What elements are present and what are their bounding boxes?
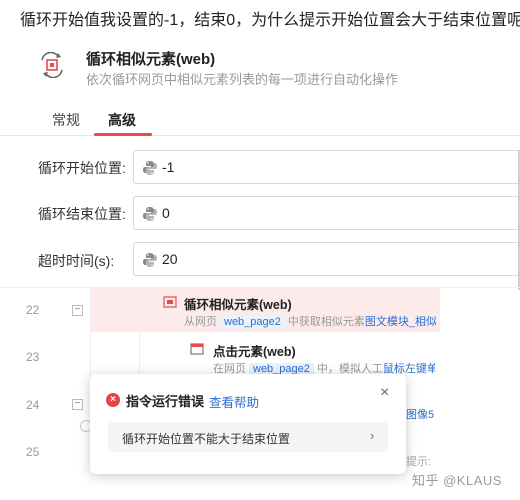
line-number: 23 [26,350,40,364]
step-22-desc-prefix: 从网页 [184,316,217,328]
close-icon[interactable]: × [380,384,389,402]
question-text: 循环开始值我设置的-1，结束0，为什么提示开始位置会大于结束位置呢 [20,12,520,29]
tab-bar: 常规 高级 [0,104,520,136]
loop-end-label: 循环结束位置: [38,206,126,222]
python-icon [143,161,157,175]
step-23-title: 点击元素(web) [213,345,296,359]
loop-start-value: -1 [162,159,175,175]
loop-end-input[interactable]: 0 [133,196,520,230]
timeout-value: 20 [162,251,178,267]
active-tab-indicator [94,133,152,136]
step-22-title: 循环相似元素(web) [184,298,292,312]
dialog-title: 指令运行错误 [126,394,205,409]
panel-header: 循环相似元素(web) 依次循环网页中相似元素列表的每一项进行自动化操作 [38,48,520,90]
python-icon [143,207,157,221]
collapse-toggle[interactable]: − [72,399,83,410]
loop-start-label: 循环开始位置: [38,160,126,176]
timeout-label: 超时时间(s): [38,253,115,269]
panel-title: 循环相似元素(web) [86,51,216,68]
line-number: 25 [26,445,40,459]
collapse-toggle[interactable]: − [72,305,83,316]
tab-advanced[interactable]: 高级 [108,110,136,130]
error-icon: × [106,393,120,407]
loop-start-input[interactable]: -1 [133,150,520,184]
row-divider [0,287,520,288]
error-message-row[interactable]: 循环开始位置不能大于结束位置 › [108,422,388,452]
python-icon [143,253,157,267]
line-number: 24 [26,398,40,412]
image-link[interactable]: 图像5 [406,409,434,421]
loop-elements-icon [41,52,63,78]
tab-general[interactable]: 常规 [52,110,80,130]
panel-description: 依次循环网页中相似元素列表的每一项进行自动化操作 [86,72,399,87]
element-link[interactable]: 图文模块_相似元 [365,316,436,328]
view-help-link[interactable]: 查看帮助 [209,392,259,411]
loop-elements-icon [163,296,177,308]
chevron-right-icon: › [370,428,375,443]
timeout-input[interactable]: 20 [133,242,520,276]
step-22-desc-middle: 中获取相似元素 [287,316,365,328]
loop-end-value: 0 [162,205,170,221]
watermark: 知乎 @KLAUS [412,473,502,488]
hint-text: 提示: [406,456,432,468]
step-24-link: 图像5 [406,406,434,422]
error-dialog: × 指令运行错误 查看帮助 × 循环开始位置不能大于结束位置 › [90,374,406,474]
step-22-description: 从网页web_page2中获取相似元素图文模块_相似元 [184,313,436,329]
click-element-icon [190,343,204,355]
error-message: 循环开始位置不能大于结束位置 [122,432,291,446]
web-page-chip[interactable]: web_page2 [220,316,285,328]
line-number: 22 [26,303,40,317]
